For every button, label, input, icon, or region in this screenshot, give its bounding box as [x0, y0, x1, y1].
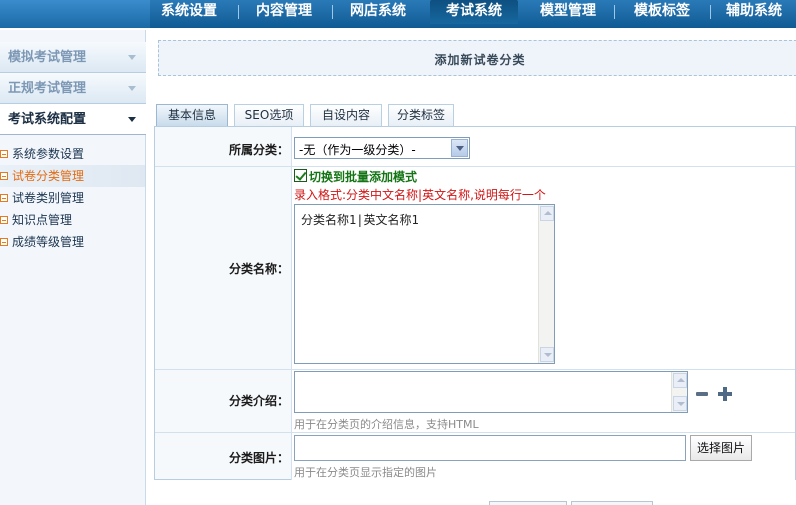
parent-category-selected: -无（作为一级分类）-: [299, 143, 416, 157]
chevron-down-icon: [128, 86, 136, 91]
collapse-icon: [0, 172, 8, 180]
category-image-hint: 用于在分类页显示指定的图片: [294, 466, 437, 479]
category-image-input[interactable]: [294, 435, 686, 461]
category-name-textarea[interactable]: 分类名称1|英文名称1: [294, 204, 555, 364]
sidebar-item-label: 试卷分类管理: [12, 169, 85, 183]
form-row-content: -无（作为一级分类）-: [291, 127, 795, 166]
nav-separator: [710, 5, 711, 19]
sidebar-item-label: 试卷类别管理: [12, 191, 85, 205]
sidebar-item-paper-category[interactable]: 试卷分类管理: [0, 165, 145, 187]
nav-item-model-management[interactable]: 模型管理: [524, 0, 612, 24]
scroll-up-icon[interactable]: [540, 206, 554, 221]
page-title: 添加新试卷分类: [434, 53, 526, 67]
collapse-icon: [0, 150, 8, 158]
parent-category-select[interactable]: -无（作为一级分类）-: [294, 137, 470, 159]
sidebar-section-exam-config[interactable]: 考试系统配置: [0, 104, 146, 135]
nav-item-template-tags[interactable]: 模板标签: [618, 0, 706, 24]
chevron-down-icon: [128, 117, 136, 122]
form-row-content: 用于在分类页的介绍信息，支持HTML: [291, 370, 795, 432]
form-row-content: 切换到批量添加模式 录入格式:分类中文名称|英文名称,说明每行一个 分类名称1|…: [291, 167, 795, 369]
sidebar-item-label: 系统参数设置: [12, 147, 85, 161]
sidebar-section-label: 正规考试管理: [8, 81, 87, 96]
sidebar-item-knowledge-points[interactable]: 知识点管理: [0, 209, 145, 231]
nav-item-shop-system[interactable]: 网店系统: [334, 0, 422, 24]
category-name-value: 分类名称1|英文名称1: [301, 213, 419, 227]
textarea-scrollbar[interactable]: [538, 205, 554, 363]
category-intro-label: 分类介绍：: [228, 394, 289, 408]
dropdown-arrow-icon[interactable]: [451, 139, 468, 157]
chevron-down-icon: [128, 55, 136, 60]
category-intro-hint: 用于在分类页的介绍信息，支持HTML: [294, 418, 479, 431]
form-row-intro: 分类介绍： 用于在分类页的介绍信息，支持HTML: [155, 370, 795, 433]
textarea-scrollbar[interactable]: [671, 372, 687, 412]
form-row-content: 选择图片 用于在分类页显示指定的图片: [291, 433, 795, 480]
sidebar-item-paper-type[interactable]: 试卷类别管理: [0, 187, 145, 209]
sidebar-item-label: 成绩等级管理: [12, 235, 85, 249]
sidebar-section-label: 模拟考试管理: [8, 50, 87, 65]
nav-item-exam-system[interactable]: 考试系统: [430, 0, 518, 24]
sidebar-section-formal-exam[interactable]: 正规考试管理: [0, 73, 146, 104]
expand-textarea-icon[interactable]: [718, 387, 732, 401]
sidebar-section-mock-exam[interactable]: 模拟考试管理: [0, 42, 146, 73]
choose-image-button[interactable]: 选择图片: [690, 435, 753, 461]
category-form: 所属分类： -无（作为一级分类）- 分类名称： 切换到批量添加模式 录入格式:分…: [154, 126, 796, 480]
collapse-icon: [0, 194, 8, 202]
nav-separator: [238, 5, 239, 19]
format-hint: 录入格式:分类中文名称|英文名称,说明每行一个: [294, 188, 546, 202]
form-row-name: 分类名称： 切换到批量添加模式 录入格式:分类中文名称|英文名称,说明每行一个 …: [155, 167, 795, 370]
nav-item-system-settings[interactable]: 系统设置: [150, 0, 228, 24]
nav-item-auxiliary-system[interactable]: 辅助系统: [712, 0, 796, 24]
scroll-down-icon[interactable]: [673, 396, 687, 411]
tab-category-tags[interactable]: 分类标签: [388, 104, 454, 126]
form-row-parent: 所属分类： -无（作为一级分类）-: [155, 127, 795, 167]
shrink-textarea-icon[interactable]: [696, 392, 708, 396]
batch-mode-checkbox[interactable]: [294, 169, 307, 182]
sidebar-item-list: 系统参数设置 试卷分类管理 试卷类别管理 知识点管理 成绩等级管理: [0, 135, 145, 253]
scroll-down-icon[interactable]: [540, 347, 554, 362]
collapse-icon: [0, 216, 8, 224]
batch-mode-label[interactable]: 切换到批量添加模式: [309, 168, 417, 185]
form-row-image: 分类图片： 选择图片 用于在分类页显示指定的图片: [155, 433, 795, 480]
tab-basic-info[interactable]: 基本信息: [156, 104, 228, 126]
page-title-box: 添加新试卷分类: [158, 40, 796, 76]
reset-button-partial[interactable]: [571, 501, 653, 505]
category-name-label: 分类名称：: [228, 262, 289, 276]
top-navigation: 系统设置 内容管理 网店系统 考试系统 模型管理 模板标签 辅助系统: [0, 0, 796, 28]
collapse-icon: [0, 238, 8, 246]
main-content: 添加新试卷分类 基本信息 SEO选项 自设内容 分类标签 所属分类： -无（作为…: [152, 30, 796, 505]
nav-separator: [614, 5, 615, 19]
tab-seo-options[interactable]: SEO选项: [234, 104, 304, 126]
scroll-up-icon[interactable]: [673, 373, 687, 388]
category-intro-textarea[interactable]: [294, 371, 688, 413]
sidebar-section-label: 考试系统配置: [8, 112, 87, 127]
top-navigation-left-cap: [0, 0, 150, 28]
sidebar-item-score-levels[interactable]: 成绩等级管理: [0, 231, 145, 253]
submit-button-partial[interactable]: [489, 501, 567, 505]
sidebar-item-label: 知识点管理: [12, 213, 73, 227]
parent-category-label: 所属分类：: [228, 143, 289, 157]
nav-separator: [332, 5, 333, 19]
tab-custom-content[interactable]: 自设内容: [310, 104, 382, 126]
sidebar-item-system-params[interactable]: 系统参数设置: [0, 143, 145, 165]
category-image-label: 分类图片：: [228, 451, 289, 465]
sidebar: 模拟考试管理 正规考试管理 考试系统配置 系统参数设置 试卷分类管理 试卷类别管…: [0, 30, 146, 505]
nav-item-content-management[interactable]: 内容管理: [240, 0, 328, 24]
